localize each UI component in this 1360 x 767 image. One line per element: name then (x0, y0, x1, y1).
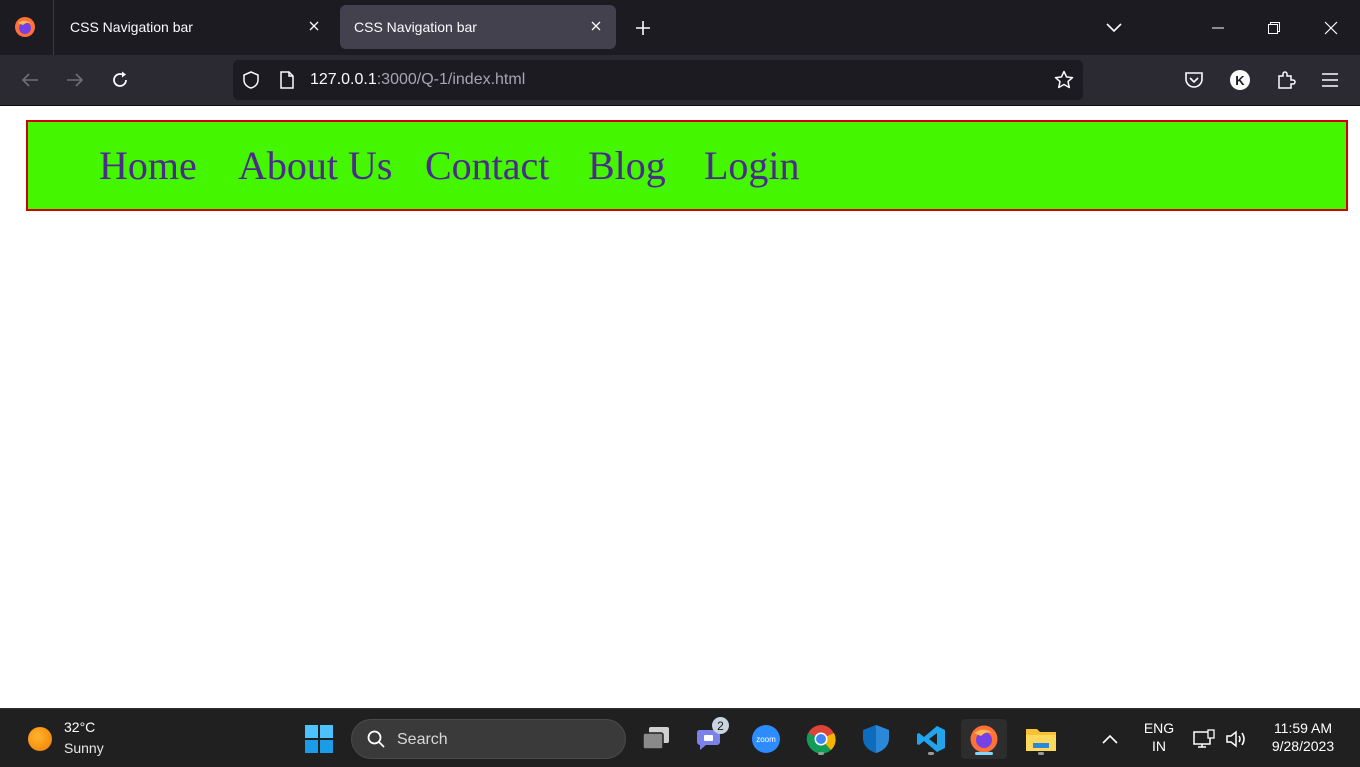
weather-temperature[interactable]: 32°C (64, 719, 95, 735)
zoom-app-label: zoom (756, 735, 776, 744)
tab-title: CSS Navigation bar (354, 19, 477, 35)
tracking-protection-shield-icon[interactable] (241, 70, 261, 90)
vscode-icon[interactable] (911, 719, 951, 759)
account-avatar[interactable]: K (1230, 70, 1250, 90)
weather-condition[interactable]: Sunny (64, 740, 104, 756)
minimize-icon[interactable] (1204, 14, 1232, 42)
windows-start-icon[interactable] (299, 719, 339, 759)
nav-link-login[interactable]: Login (704, 142, 800, 189)
search-icon (366, 729, 386, 749)
clock-time: 11:59 AM (1273, 720, 1333, 736)
clock-date: 9/28/2023 (1271, 738, 1335, 754)
teams-chat-icon[interactable]: 2 (690, 717, 730, 759)
tab-separator (53, 0, 54, 55)
address-bar[interactable]: 127.0.0.1:3000/Q-1/index.html (233, 60, 1083, 100)
new-tab-plus-icon[interactable] (632, 17, 654, 39)
running-indicator (928, 752, 934, 755)
bookmark-star-icon[interactable] (1053, 69, 1075, 91)
forward-arrow-icon[interactable] (62, 67, 88, 93)
task-view-icon[interactable] (636, 719, 676, 759)
nav-link-home[interactable]: Home (99, 142, 197, 189)
reload-icon[interactable] (107, 67, 133, 93)
hamburger-menu-icon[interactable] (1318, 68, 1342, 92)
tab-title: CSS Navigation bar (70, 19, 193, 35)
taskbar-search-box[interactable]: Search (351, 719, 626, 759)
region-code: IN (1152, 738, 1166, 754)
nav-link-blog[interactable]: Blog (588, 142, 666, 189)
browser-tab[interactable]: CSS Navigation bar (56, 5, 334, 49)
notification-badge: 2 (712, 717, 729, 734)
back-arrow-icon[interactable] (17, 67, 43, 93)
close-window-icon[interactable] (1317, 14, 1345, 42)
firefox-menu-icon[interactable] (12, 14, 38, 40)
chrome-icon[interactable] (801, 719, 841, 759)
running-indicator (1038, 752, 1044, 755)
browser-toolbar: 127.0.0.1:3000/Q-1/index.html K (0, 55, 1360, 106)
restore-icon[interactable] (1260, 14, 1288, 42)
page-info-icon[interactable] (277, 70, 297, 90)
network-icon[interactable] (1190, 719, 1218, 759)
windows-security-shield-icon[interactable] (856, 719, 896, 759)
input-language-indicator[interactable]: ENG IN (1138, 720, 1180, 754)
url-text[interactable]: 127.0.0.1:3000/Q-1/index.html (310, 71, 525, 89)
browser-tab-active[interactable]: CSS Navigation bar (340, 5, 616, 49)
active-indicator (975, 752, 993, 755)
firefox-taskbar-icon[interactable] (961, 719, 1007, 759)
system-clock[interactable]: 11:59 AM 9/28/2023 (1258, 720, 1348, 754)
nav-link-about-us[interactable]: About Us (238, 142, 392, 189)
windows-taskbar: 32°C Sunny Search 2 zoom ENG IN 11:59 AM… (0, 708, 1360, 767)
close-tab-icon[interactable] (588, 18, 604, 34)
volume-speaker-icon[interactable] (1222, 719, 1250, 759)
close-tab-icon[interactable] (306, 18, 322, 34)
navigation-bar: Home About Us Contact Blog Login (26, 120, 1348, 211)
sun-weather-icon[interactable] (28, 727, 52, 751)
browser-tab-strip: CSS Navigation bar CSS Navigation bar (0, 0, 1360, 55)
list-all-tabs-chevron-icon[interactable] (1103, 17, 1125, 39)
nav-link-contact[interactable]: Contact (425, 142, 549, 189)
language-code: ENG (1143, 720, 1175, 736)
zoom-app-icon[interactable]: zoom (746, 719, 786, 759)
url-path: :3000/Q-1/index.html (376, 71, 526, 88)
extensions-puzzle-icon[interactable] (1274, 68, 1298, 92)
pocket-icon[interactable] (1182, 68, 1206, 92)
show-hidden-icons-chevron-icon[interactable] (1090, 719, 1130, 759)
search-label: Search (397, 731, 448, 748)
running-indicator (818, 752, 824, 755)
url-host: 127.0.0.1 (310, 71, 377, 88)
file-explorer-folder-icon[interactable] (1021, 719, 1061, 759)
